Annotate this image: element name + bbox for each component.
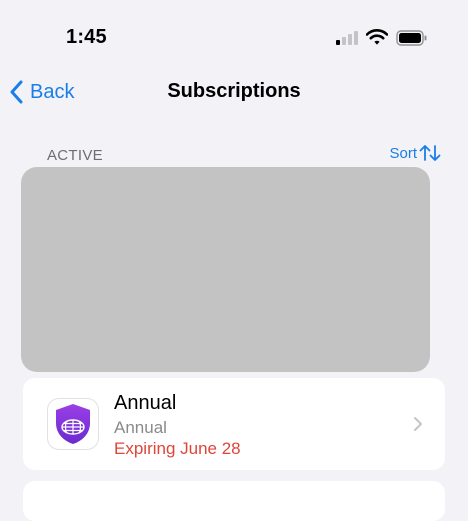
subscription-plan: Annual — [114, 418, 167, 437]
sort-label: Sort — [389, 144, 417, 162]
battery-icon — [396, 30, 427, 46]
chevron-right-icon — [414, 417, 422, 431]
sort-button[interactable]: Sort — [389, 144, 441, 162]
subscription-expiry: Expiring June 28 — [114, 439, 241, 458]
subscription-row-partial[interactable] — [23, 481, 445, 521]
shield-globe-icon — [56, 404, 90, 444]
navigation-bar: Back Subscriptions — [0, 70, 468, 114]
status-time: 1:45 — [66, 26, 107, 48]
app-icon — [47, 398, 99, 450]
redacted-content-card — [21, 167, 430, 372]
page-title: Subscriptions — [167, 80, 301, 102]
subscription-row-annual[interactable]: Annual Annual Expiring June 28 — [23, 378, 445, 470]
sort-arrows-icon — [419, 145, 441, 161]
subscription-name: Annual — [114, 392, 177, 414]
signal-icon — [336, 31, 358, 45]
wifi-icon — [366, 29, 388, 45]
section-header-active: ACTIVE — [47, 147, 103, 164]
status-bar: 1:45 — [0, 0, 468, 70]
